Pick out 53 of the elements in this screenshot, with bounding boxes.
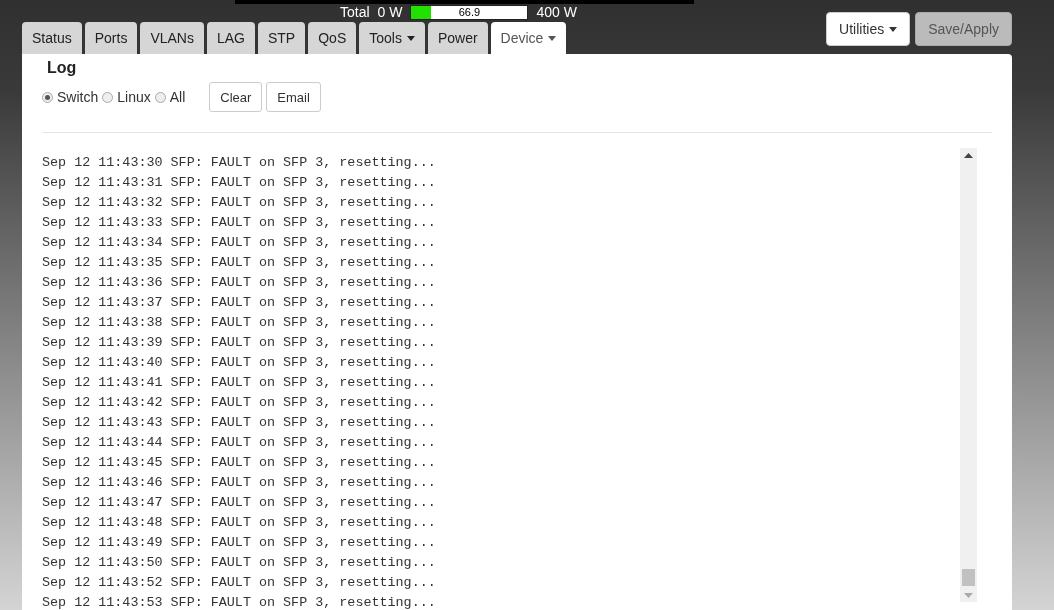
log-title: Log (47, 58, 78, 78)
log-line: Sep 12 11:43:31 SFP: FAULT on SFP 3, resetting... (42, 174, 437, 192)
nav-tab[interactable]: LAG (206, 22, 255, 54)
log-line: Sep 12 11:43:37 SFP: FAULT on SFP 3, resetting... (42, 294, 437, 312)
caret-icon (406, 35, 415, 41)
nav-tab[interactable]: Status (22, 22, 82, 54)
log-line: Sep 12 11:43:35 SFP: FAULT on SFP 3, resetting... (42, 254, 437, 272)
log-line: Sep 12 11:43:38 SFP: FAULT on SFP 3, resetting... (42, 314, 437, 332)
log-line: Sep 12 11:43:32 SFP: FAULT on SFP 3, resetting... (42, 194, 437, 212)
log-line: Sep 12 11:43:44 SFP: FAULT on SFP 3, resetting... (42, 434, 437, 452)
log-line: Sep 12 11:43:52 SFP: FAULT on SFP 3, resetting... (42, 574, 437, 592)
power-max-label: 400 W (536, 4, 577, 20)
log-line: Sep 12 11:43:42 SFP: FAULT on SFP 3, resetting... (42, 394, 437, 412)
scrollbar-thumb[interactable] (962, 569, 975, 586)
log-line: Sep 12 11:43:43 SFP: FAULT on SFP 3, resetting... (42, 414, 437, 432)
power-min-label: 0 W (377, 4, 403, 20)
log-line: Sep 12 11:43:36 SFP: FAULT on SFP 3, resetting... (42, 274, 437, 292)
log-line: Sep 12 11:43:50 SFP: FAULT on SFP 3, resetting... (42, 554, 437, 572)
log-line: Sep 12 11:43:30 SFP: FAULT on SFP 3, resetting... (42, 154, 437, 172)
log-line: Sep 12 11:43:48 SFP: FAULT on SFP 3, resetting... (42, 514, 437, 532)
radio-button[interactable] (102, 91, 114, 103)
clear-button[interactable]: Clear (209, 82, 263, 112)
nav-tab[interactable]: STP (258, 22, 306, 54)
nav-tab[interactable]: Power (427, 22, 488, 54)
nav-tab[interactable]: Device (490, 22, 567, 54)
log-line: Sep 12 11:43:45 SFP: FAULT on SFP 3, resetting... (42, 454, 437, 472)
log-line: Sep 12 11:43:47 SFP: FAULT on SFP 3, resetting... (42, 494, 437, 512)
utilities-button[interactable]: Utilities (826, 12, 911, 46)
log-line: Sep 12 11:43:39 SFP: FAULT on SFP 3, resetting... (42, 334, 437, 352)
power-reading: 66.9 (458, 5, 481, 18)
scrollbar[interactable] (960, 148, 977, 602)
radio-button[interactable] (154, 91, 166, 103)
radio-button[interactable] (42, 91, 53, 103)
log-line: Sep 12 11:43:41 SFP: FAULT on SFP 3, resetting... (42, 374, 437, 392)
nav-tab[interactable]: VLANs (140, 22, 204, 54)
nav-tab[interactable]: QoS (308, 22, 357, 54)
caret-icon (889, 26, 898, 32)
caret-icon (548, 35, 557, 41)
log-line: Sep 12 11:43:46 SFP: FAULT on SFP 3, resetting... (42, 474, 437, 492)
log-line: Sep 12 11:43:49 SFP: FAULT on SFP 3, resetting... (42, 534, 437, 552)
log-line: Sep 12 11:43:53 SFP: FAULT on SFP 3, resetting... (42, 594, 437, 610)
scroll-down-icon[interactable] (964, 593, 973, 598)
email-button[interactable]: Email (266, 82, 321, 112)
log-line: Sep 12 11:43:34 SFP: FAULT on SFP 3, resetting... (42, 234, 437, 252)
log-line: Sep 12 11:43:33 SFP: FAULT on SFP 3, resetting... (42, 214, 437, 232)
radio-label[interactable]: Switch (57, 89, 99, 105)
log-line: Sep 12 11:43:40 SFP: FAULT on SFP 3, resetting... (42, 354, 437, 372)
radio-label[interactable]: Linux (117, 89, 151, 105)
radio-label[interactable]: All (169, 89, 186, 105)
nav-tab[interactable]: Tools (359, 22, 425, 54)
scroll-up-icon[interactable] (964, 153, 973, 158)
power-total-label: Total (340, 4, 370, 20)
nav-tab[interactable]: Ports (84, 22, 138, 54)
